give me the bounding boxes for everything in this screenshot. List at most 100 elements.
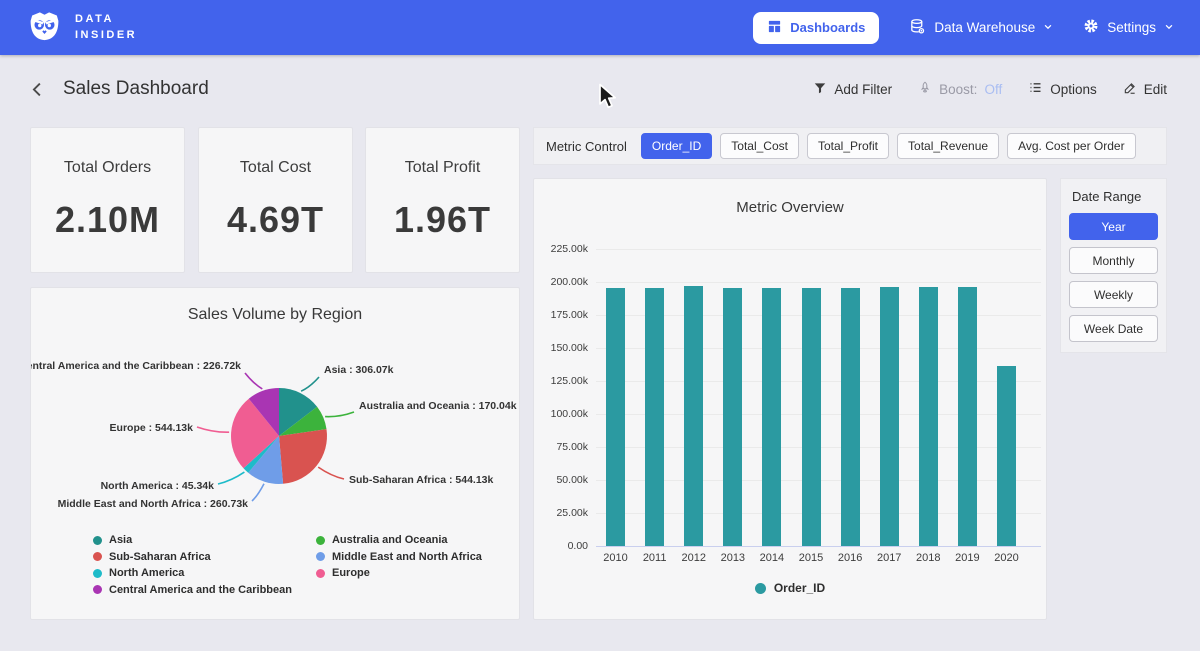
y-axis-tick: 75.00k bbox=[534, 441, 588, 453]
metric-button-total-revenue[interactable]: Total_Revenue bbox=[897, 133, 999, 159]
bar-2010[interactable] bbox=[606, 288, 625, 546]
legend-dot-icon bbox=[316, 536, 325, 545]
pie-label-sub-saharan-africa: Sub-Saharan Africa : 544.13k bbox=[349, 474, 493, 486]
legend-dot-icon bbox=[93, 585, 102, 594]
chevron-down-icon bbox=[1043, 20, 1053, 35]
kpi-card-total-orders: Total Orders 2.10M bbox=[30, 127, 185, 273]
legend-item-label: Sub-Saharan Africa bbox=[109, 551, 211, 563]
add-filter-button[interactable]: Add Filter bbox=[813, 81, 892, 98]
legend-item-central-america-and-the-caribbean[interactable]: Central America and the Caribbean bbox=[93, 584, 292, 596]
y-axis-tick: 50.00k bbox=[534, 474, 588, 486]
date-range-year-button[interactable]: Year bbox=[1069, 213, 1158, 240]
x-axis-labels: 2010201120122013201420152016201720182019… bbox=[596, 552, 1026, 564]
bar-2016[interactable] bbox=[841, 288, 860, 546]
bar-chart-legend: Order_ID bbox=[534, 581, 1046, 595]
brand: DATA INSIDER bbox=[26, 7, 137, 49]
bar-chart-title: Metric Overview bbox=[534, 199, 1046, 216]
database-icon bbox=[909, 18, 926, 38]
x-axis-label: 2018 bbox=[909, 552, 948, 564]
kpi-value: 2.10M bbox=[55, 199, 160, 241]
bar-slot bbox=[831, 288, 870, 546]
page-header: Sales Dashboard Add Filter Boost:Off bbox=[0, 55, 1200, 123]
legend-item-label: Australia and Oceania bbox=[332, 534, 448, 546]
metric-button-order-id[interactable]: Order_ID bbox=[641, 133, 712, 159]
legend-dot-icon bbox=[93, 536, 102, 545]
pie-callout-line bbox=[325, 412, 354, 417]
pie-label-europe: Europe : 544.13k bbox=[110, 422, 194, 434]
metric-button-avg-cost-per-order[interactable]: Avg. Cost per Order bbox=[1007, 133, 1136, 159]
x-axis-label: 2010 bbox=[596, 552, 635, 564]
kpi-value: 1.96T bbox=[394, 199, 491, 241]
top-nav-bar: DATA INSIDER Dashboards bbox=[0, 0, 1200, 55]
bar-slot bbox=[948, 287, 987, 546]
bar-2015[interactable] bbox=[802, 288, 821, 546]
x-axis-label: 2015 bbox=[791, 552, 830, 564]
metric-button-total-cost[interactable]: Total_Cost bbox=[720, 133, 799, 159]
bar-2012[interactable] bbox=[684, 286, 703, 546]
nav-settings[interactable]: Settings bbox=[1083, 18, 1174, 37]
legend-item-label: Middle East and North Africa bbox=[332, 551, 482, 563]
kpi-card-total-profit: Total Profit 1.96T bbox=[365, 127, 520, 273]
bar-2019[interactable] bbox=[958, 287, 977, 546]
list-icon bbox=[1028, 80, 1043, 98]
bar-2013[interactable] bbox=[723, 288, 742, 546]
pie-chart: Asia : 306.07k Australia and Oceania : 17… bbox=[31, 323, 521, 528]
x-axis-line bbox=[596, 546, 1041, 547]
dashboard-grid-icon bbox=[767, 19, 782, 37]
edit-button[interactable]: Edit bbox=[1123, 81, 1167, 98]
pie-label-asia: Asia : 306.07k bbox=[324, 364, 394, 376]
x-axis-label: 2017 bbox=[870, 552, 909, 564]
metric-control-label: Metric Control bbox=[546, 139, 627, 154]
metric-button-total-profit[interactable]: Total_Profit bbox=[807, 133, 889, 159]
options-button[interactable]: Options bbox=[1028, 80, 1097, 98]
legend-item-label: North America bbox=[109, 567, 184, 579]
nav-data-warehouse[interactable]: Data Warehouse bbox=[909, 18, 1053, 38]
page-title: Sales Dashboard bbox=[63, 78, 209, 100]
pie-callout-line bbox=[197, 427, 229, 432]
bar-slot bbox=[635, 288, 674, 546]
legend-dot-icon bbox=[93, 569, 102, 578]
legend-item-asia[interactable]: Asia bbox=[93, 534, 292, 546]
bar-2018[interactable] bbox=[919, 287, 938, 546]
pie-callout-line bbox=[245, 373, 262, 389]
boost-state: Off bbox=[984, 82, 1002, 97]
brand-text: DATA INSIDER bbox=[75, 12, 137, 44]
pie-slice-sub-saharan-africa[interactable] bbox=[279, 429, 327, 484]
bar-2020[interactable] bbox=[997, 366, 1016, 546]
legend-item-europe[interactable]: Europe bbox=[316, 567, 482, 579]
legend-item-australia-and-oceania[interactable]: Australia and Oceania bbox=[316, 534, 482, 546]
bar-2014[interactable] bbox=[762, 288, 781, 546]
bar-slot bbox=[752, 288, 791, 546]
gear-icon bbox=[1083, 18, 1099, 37]
y-axis-tick: 25.00k bbox=[534, 507, 588, 519]
bar-2011[interactable] bbox=[645, 288, 664, 546]
kpi-label: Total Cost bbox=[240, 159, 311, 177]
date-range-monthly-button[interactable]: Monthly bbox=[1069, 247, 1158, 274]
boost-toggle[interactable]: Boost:Off bbox=[918, 80, 1002, 98]
bar-slot bbox=[987, 366, 1026, 546]
legend-dot-icon bbox=[755, 583, 766, 594]
nav-dashboards-button[interactable]: Dashboards bbox=[753, 12, 879, 44]
bar-2017[interactable] bbox=[880, 287, 899, 546]
legend-label: Order_ID bbox=[774, 581, 825, 595]
legend-item-north-america[interactable]: North America bbox=[93, 567, 292, 579]
pencil-icon bbox=[1123, 81, 1137, 98]
pie-chart-title: Sales Volume by Region bbox=[31, 306, 519, 324]
pie-label-middle-east-and-north-africa: Middle East and North Africa : 260.73k bbox=[58, 498, 249, 510]
bar-plot-area bbox=[596, 249, 1026, 546]
legend-item-middle-east-and-north-africa[interactable]: Middle East and North Africa bbox=[316, 551, 482, 563]
kpi-label: Total Profit bbox=[405, 159, 481, 177]
legend-item-sub-saharan-africa[interactable]: Sub-Saharan Africa bbox=[93, 551, 292, 563]
x-axis-label: 2012 bbox=[674, 552, 713, 564]
pie-chart-card: Sales Volume by Region Asia : 306.07k Aus… bbox=[30, 287, 520, 620]
pie-callout-line bbox=[318, 467, 344, 479]
pie-label-australia-and-oceania: Australia and Oceania : 170.04k bbox=[359, 400, 517, 412]
legend-dot-icon bbox=[93, 552, 102, 561]
back-button[interactable] bbox=[28, 80, 47, 99]
date-range-week-date-button[interactable]: Week Date bbox=[1069, 315, 1158, 342]
y-axis-tick: 225.00k bbox=[534, 243, 588, 255]
pie-callout-line bbox=[252, 484, 264, 501]
legend-item-label: Central America and the Caribbean bbox=[109, 584, 292, 596]
kpi-card-total-cost: Total Cost 4.69T bbox=[198, 127, 353, 273]
date-range-weekly-button[interactable]: Weekly bbox=[1069, 281, 1158, 308]
